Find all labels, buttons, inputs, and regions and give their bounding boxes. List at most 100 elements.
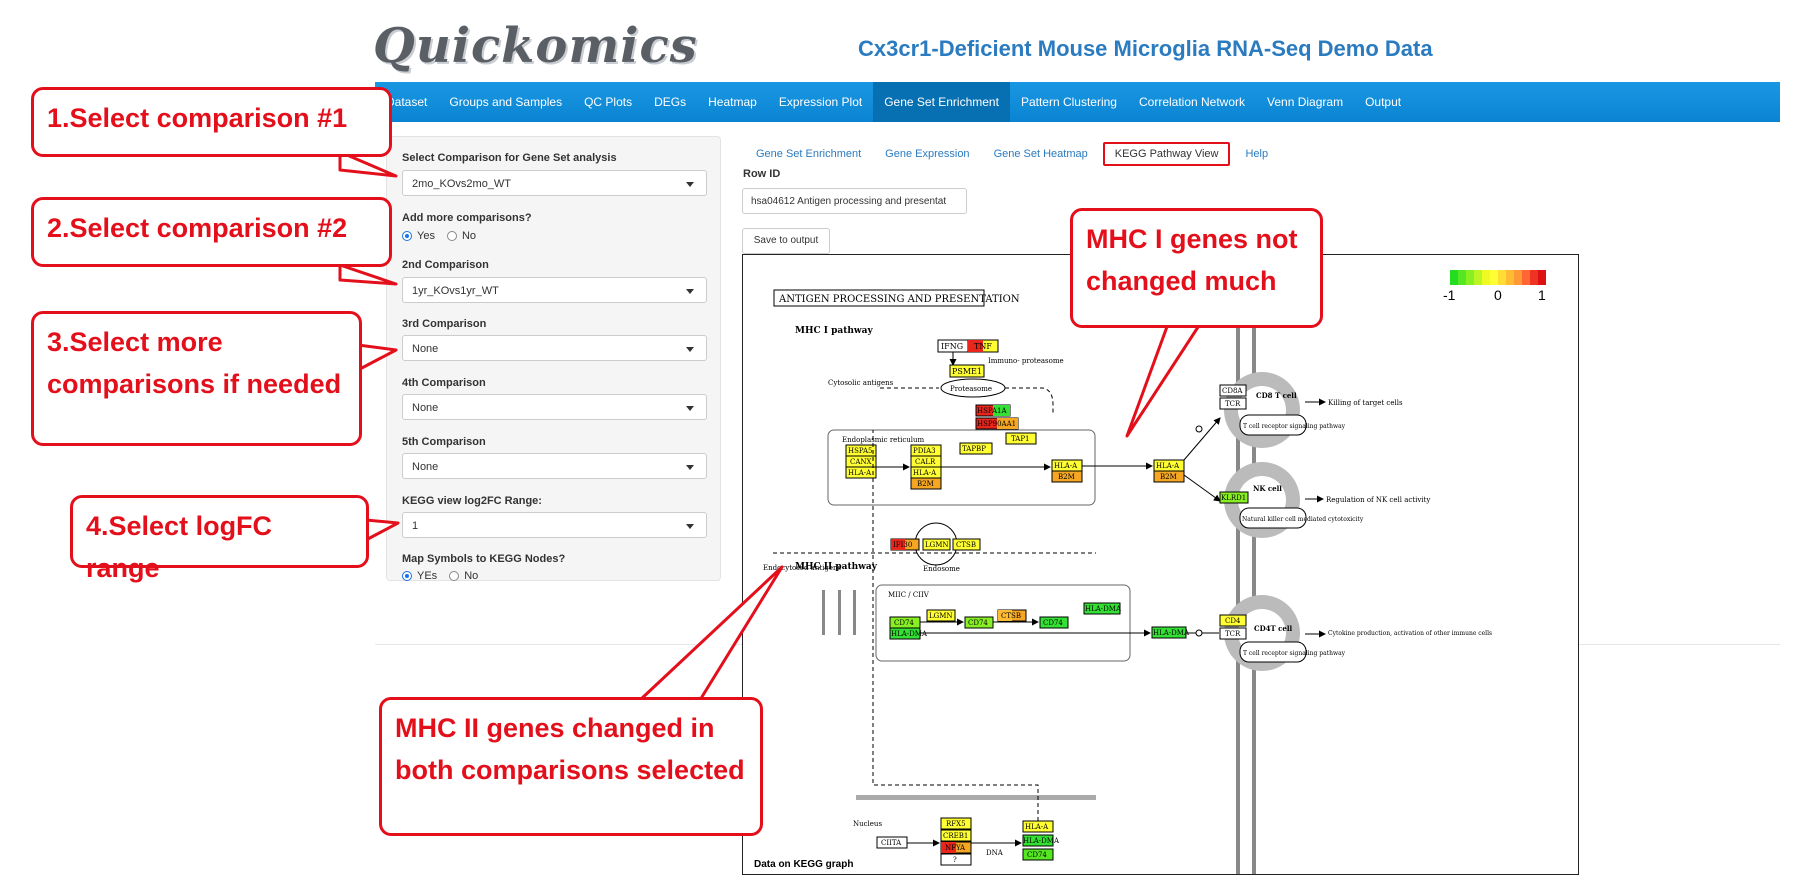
chevron-down-icon (686, 465, 694, 470)
tab-kegg-pathway-view[interactable]: KEGG Pathway View (1102, 142, 1231, 166)
comparison1-value: 2mo_KOvs2mo_WT (412, 178, 512, 190)
log2fc-range-select[interactable]: 1 (402, 512, 707, 538)
miic-label: MIIC / CIIV (888, 591, 930, 599)
scale-mid: 0 (1494, 287, 1502, 303)
gene-hsp90aa1: HSP90AA1 (977, 420, 1016, 428)
gene-hla-a-er: HLA-A (848, 469, 872, 477)
gene-hla-dma-1: HLA-DMA (891, 630, 928, 638)
gene-cd4: CD4 (1225, 617, 1241, 625)
nav-correlation-network[interactable]: Correlation Network (1128, 82, 1256, 122)
comparison4-label: 4th Comparison (402, 377, 486, 389)
callout-mhc2-genes: MHC II genes changed in both comparisons… (379, 697, 763, 836)
comparison2-value: 1yr_KOvs1yr_WT (412, 285, 499, 297)
comparison5-value: None (412, 461, 439, 473)
gene-tap1: TAP1 (1011, 435, 1030, 443)
killing-label: Killing of target cells (1328, 399, 1403, 407)
log2fc-range-label: KEGG view log2FC Range: (402, 495, 542, 507)
proteasome-label: Proteasome (950, 385, 992, 393)
save-to-output-button[interactable]: Save to output (742, 228, 830, 254)
gene-tapbp: TAPBP (962, 445, 986, 453)
gene-ifng: IFNG (941, 342, 963, 351)
add-more-no-radio[interactable] (446, 231, 457, 241)
endocytosed-label: Endocytosed antigens (763, 564, 842, 572)
gene-nfya: NFYA (945, 844, 966, 852)
app-logo: Quickomics (373, 18, 698, 74)
comparison2-select[interactable]: 1yr_KOvs1yr_WT (402, 277, 707, 303)
map-symbols-yes-radio[interactable] (402, 571, 412, 581)
comparison3-label: 3rd Comparison (402, 318, 487, 330)
comparison5-select[interactable]: None (402, 453, 707, 479)
gene-hla-a-membrane: HLA-A (1156, 462, 1180, 470)
gene-psme1: PSME1 (952, 367, 982, 376)
cd8-t-cell-label: CD8 T cell (1256, 391, 1297, 400)
map-symbols-no-radio[interactable] (449, 571, 460, 581)
gene-ifi30: IFI30 (893, 541, 912, 549)
gene-cd74-2: CD74 (968, 619, 988, 627)
nav-qc-plots[interactable]: QC Plots (573, 82, 643, 122)
gene-lgmn-endo: LGMN (925, 541, 949, 549)
gene-calr: CALR (915, 458, 936, 466)
comparison3-value: None (412, 343, 439, 355)
nav-degs[interactable]: DEGs (643, 82, 697, 122)
gene-ciita: CIITA (881, 839, 902, 847)
nk-cell-label: NK cell (1253, 484, 1282, 493)
nav-pattern-clustering[interactable]: Pattern Clustering (1010, 82, 1128, 122)
comparison4-select[interactable]: None (402, 394, 707, 420)
callout-select-comparison-2: 2.Select comparison #2 (31, 197, 392, 267)
dna-label: DNA (986, 849, 1004, 857)
kegg-title: ANTIGEN PROCESSING AND PRESENTATION (778, 294, 1020, 305)
callout-select-logfc-range: 4.Select logFC range (70, 495, 369, 583)
nav-expression-plot[interactable]: Expression Plot (768, 82, 873, 122)
add-more-yes-label: Yes (417, 230, 435, 242)
chevron-down-icon (686, 406, 694, 411)
add-more-label: Add more comparisons? (402, 212, 532, 224)
row-id-input[interactable]: hsa04612 Antigen processing and presenta… (742, 188, 967, 214)
gene-cd8a: CD8A (1222, 387, 1243, 395)
er-label: Endoplasmic reticulum (842, 436, 925, 444)
cd4-t-cell-label: CD4T cell (1254, 624, 1293, 633)
tab-gene-expression[interactable]: Gene Expression (873, 142, 981, 166)
gene-pdia3: PDIA3 (913, 447, 936, 455)
callout-select-comparison-1: 1.Select comparison #1 (31, 87, 392, 157)
gene-hla-dma-membrane: HLA-DMA (1153, 629, 1190, 637)
tab-help[interactable]: Help (1233, 142, 1280, 166)
gene-ctsb-miic: CTSB (1001, 612, 1021, 620)
comparison4-value: None (412, 402, 439, 414)
chevron-down-icon (686, 524, 694, 529)
row-id-label: Row ID (743, 168, 781, 180)
nav-venn-diagram[interactable]: Venn Diagram (1256, 82, 1354, 122)
gene-cd74-nuc: CD74 (1027, 851, 1047, 859)
gene-cd74-3: CD74 (1043, 619, 1063, 627)
nav-output[interactable]: Output (1354, 82, 1412, 122)
log2fc-range-value: 1 (412, 520, 419, 532)
gene-tnf: TNF (974, 342, 992, 351)
nk-cytotoxicity-label: Natural killer cell mediated cytotoxicit… (1242, 516, 1364, 523)
add-more-no-label: No (461, 230, 477, 242)
gene-hla-a-er2: HLA-A (913, 469, 937, 477)
gene-canx: CANX (850, 458, 872, 466)
nav-groups-samples[interactable]: Groups and Samples (438, 82, 573, 122)
nav-heatmap[interactable]: Heatmap (697, 82, 768, 122)
chevron-down-icon (686, 182, 694, 187)
comparison1-select[interactable]: 2mo_KOvs2mo_WT (402, 170, 707, 196)
cytosolic-label: Cytosolic antigens (828, 379, 894, 387)
map-symbols-label: Map Symbols to KEGG Nodes? (402, 553, 566, 565)
chevron-down-icon (686, 347, 694, 352)
gene-hspa5: HSPA5 (848, 447, 872, 455)
gene-unknown: ? (953, 856, 957, 864)
gene-b2m-membrane: B2M (1160, 473, 1177, 481)
chevron-down-icon (686, 289, 694, 294)
comparison3-select[interactable]: None (402, 335, 707, 361)
gene-hla-a-golgi: HLA-A (1054, 462, 1078, 470)
tab-gene-set-heatmap[interactable]: Gene Set Heatmap (982, 142, 1100, 166)
tab-gene-set-enrichment[interactable]: Gene Set Enrichment (744, 142, 873, 166)
nucleus-label: Nucleus (853, 820, 882, 828)
gene-rfx5: RFX5 (946, 820, 966, 828)
nav-gene-set-enrichment[interactable]: Gene Set Enrichment (873, 82, 1010, 122)
gene-hspa1a: HSPA1A (977, 407, 1007, 415)
add-more-yes-radio[interactable] (402, 231, 412, 241)
scale-min: -1 (1443, 287, 1456, 303)
gene-tcr-cd8: TCR (1225, 400, 1241, 408)
gene-b2m-er: B2M (917, 480, 934, 488)
tcr-signaling-label: T cell receptor signaling pathway (1243, 423, 1346, 430)
